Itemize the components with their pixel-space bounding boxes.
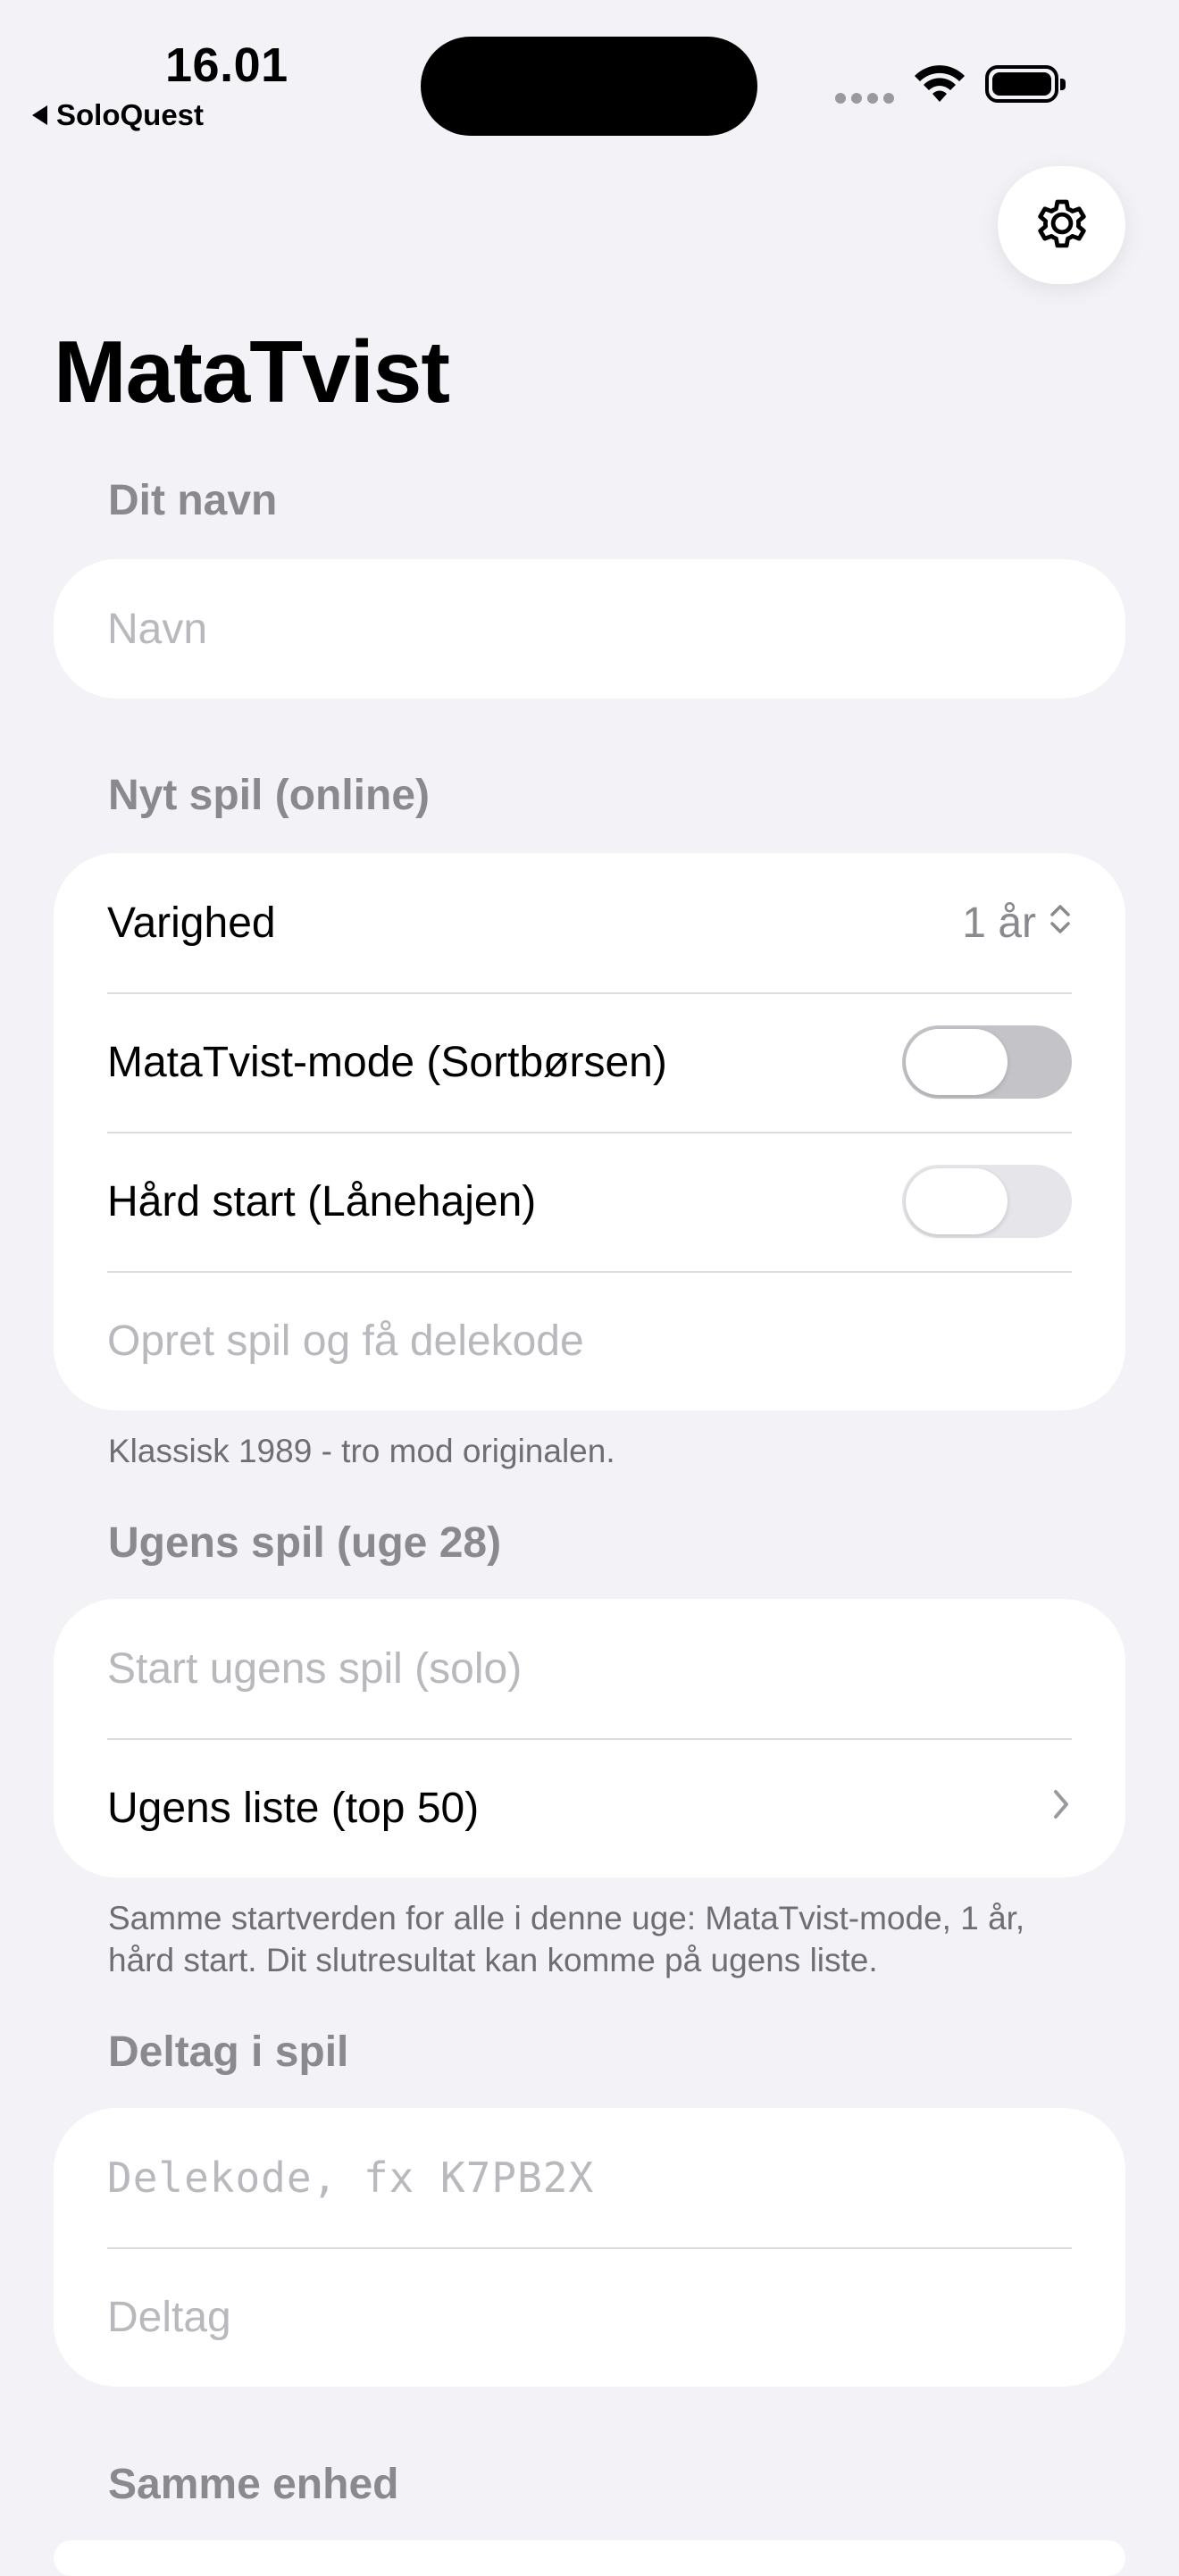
new-game-section-label: Nyt spil (online)	[108, 772, 430, 819]
same-device-section-label: Samme enhed	[108, 2461, 399, 2508]
weekly-list-row[interactable]: Ugens liste (top 50)	[54, 1738, 1125, 1878]
back-app-label: SoloQuest	[56, 98, 205, 131]
join-label: Deltag	[107, 2293, 231, 2341]
new-game-footnote: Klassisk 1989 - tro mod originalen.	[108, 1433, 615, 1469]
back-to-app-link[interactable]: SoloQuest	[32, 98, 204, 132]
weekly-card: Start ugens spil (solo) Ugens liste (top…	[54, 1599, 1125, 1878]
hard-start-row: Hård start (Lånehajen)	[54, 1132, 1125, 1271]
cellular-signal-icon	[835, 93, 894, 104]
create-game-button[interactable]: Opret spil og få delekode	[54, 1271, 1125, 1410]
weekly-footnote: Samme startverden for alle i denne uge: …	[108, 1900, 1025, 1978]
battery-icon	[985, 65, 1066, 103]
name-card: Navn	[54, 559, 1125, 698]
share-code-placeholder: Delekode, fx K7PB2X	[107, 2154, 595, 2202]
join-card: Delekode, fx K7PB2X Deltag	[54, 2108, 1125, 2387]
duration-picker[interactable]: 1 år	[962, 899, 1072, 948]
gear-icon	[1030, 191, 1094, 260]
weekly-section-label: Ugens spil (uge 28)	[108, 1519, 502, 1567]
mode-toggle[interactable]	[902, 1025, 1072, 1099]
same-device-card	[54, 2540, 1125, 2576]
settings-button[interactable]	[998, 166, 1125, 284]
chevron-right-icon	[1050, 1784, 1072, 1833]
weekly-list-label: Ugens liste (top 50)	[107, 1784, 480, 1832]
hard-start-label: Hård start (Lånehajen)	[107, 1177, 537, 1225]
wifi-icon	[913, 63, 966, 108]
page-title: MataTvist	[54, 322, 450, 421]
hard-start-toggle[interactable]	[902, 1165, 1072, 1238]
name-input[interactable]: Navn	[54, 559, 1125, 698]
share-code-input[interactable]: Delekode, fx K7PB2X	[54, 2108, 1125, 2247]
duration-row[interactable]: Varighed 1 år	[54, 853, 1125, 992]
name-input-placeholder: Navn	[107, 605, 208, 653]
name-section-label: Dit navn	[108, 477, 278, 524]
duration-value: 1 år	[962, 899, 1036, 947]
new-game-card: Varighed 1 år MataTvist-mode (Sortbørsen…	[54, 853, 1125, 1410]
back-triangle-icon	[32, 105, 47, 125]
mode-row: MataTvist-mode (Sortbørsen)	[54, 992, 1125, 1132]
mode-label: MataTvist-mode (Sortbørsen)	[107, 1038, 667, 1086]
join-button[interactable]: Deltag	[54, 2247, 1125, 2387]
duration-label: Varighed	[107, 899, 276, 947]
create-game-label: Opret spil og få delekode	[107, 1317, 584, 1365]
status-time: 16.01	[165, 38, 288, 92]
start-weekly-label: Start ugens spil (solo)	[107, 1644, 523, 1693]
join-section-label: Deltag i spil	[108, 2028, 349, 2076]
dynamic-island	[421, 37, 757, 136]
start-weekly-button[interactable]: Start ugens spil (solo)	[54, 1599, 1125, 1738]
chevron-up-down-icon	[1049, 899, 1072, 948]
